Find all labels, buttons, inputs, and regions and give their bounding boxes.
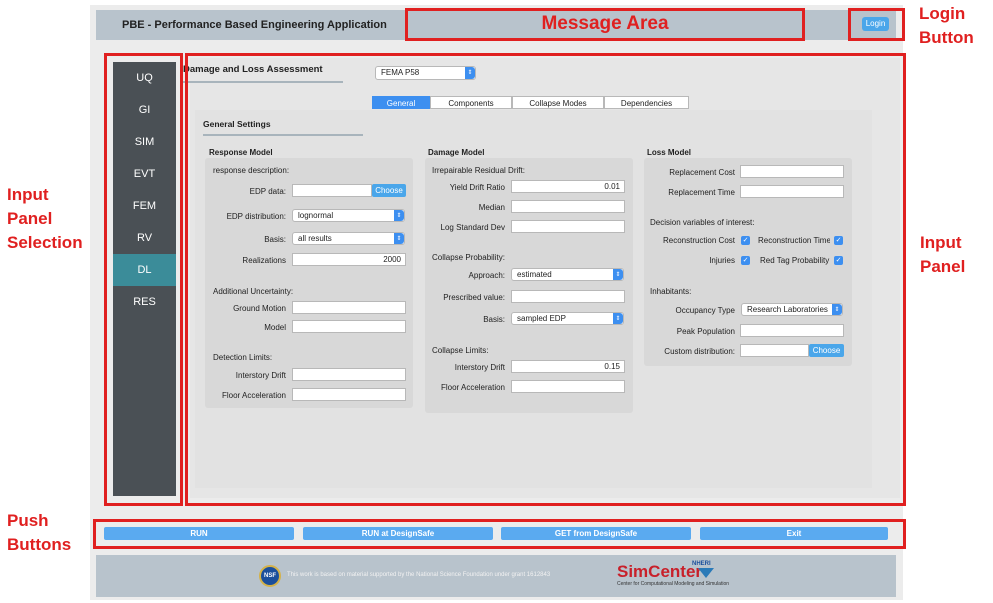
nheri-label: NHERI xyxy=(692,561,711,567)
input-panel-selection-box xyxy=(104,53,183,506)
message-area-annotation: Message Area xyxy=(541,13,669,34)
push-buttons-annotation: Push Buttons xyxy=(7,511,72,554)
input-panel-annotation: Input Panel xyxy=(920,233,966,276)
nsf-logo: NSF xyxy=(259,565,281,587)
input-panel-selection-annotation: Input Panel Selection xyxy=(7,185,83,252)
push-buttons-box xyxy=(93,519,906,549)
simcenter-logo: SimCenter xyxy=(617,562,703,581)
login-button-annotation: Login Button xyxy=(919,4,974,47)
figure: PBE - Performance Based Engineering Appl… xyxy=(0,0,993,603)
input-panel-box xyxy=(185,53,906,506)
app-title: PBE - Performance Based Engineering Appl… xyxy=(122,19,387,31)
nheri-triangle-icon xyxy=(698,568,714,578)
footer-text: This work is based on material supported… xyxy=(287,572,551,578)
simcenter-subtitle: Center for Computational Modeling and Si… xyxy=(617,581,730,587)
login-button-box xyxy=(848,8,905,41)
